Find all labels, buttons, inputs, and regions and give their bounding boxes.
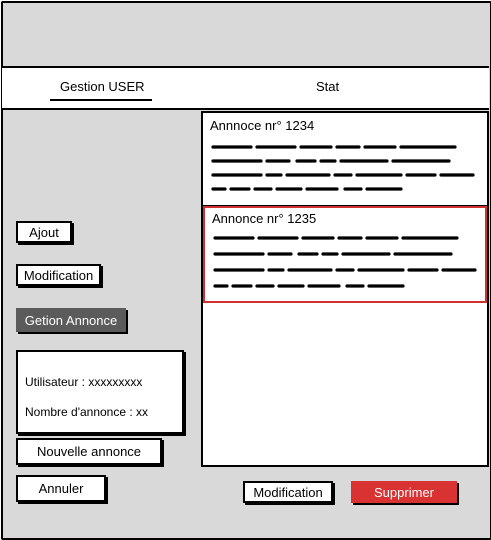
gestion-annonce-button[interactable]: Getion Annonce xyxy=(16,308,126,332)
utilisateur-label: Utilisateur : xxxxxxxxx xyxy=(25,375,143,389)
modification-button[interactable]: Modification xyxy=(243,481,333,503)
top-navbar: Gestion USER Stat xyxy=(2,66,489,110)
tab-gestion-user[interactable]: Gestion USER xyxy=(60,79,145,94)
annonce-item-selected[interactable]: Annonce nr° 1235 xyxy=(203,206,487,303)
placeholder-text-scribble xyxy=(211,145,475,191)
nouvelle-annonce-button[interactable]: Nouvelle annonce xyxy=(16,438,162,465)
nombre-annonce-label: Nombre d'annonce : xx xyxy=(25,405,149,419)
annonce-item[interactable]: Annnoce nr° 1234 xyxy=(203,113,487,207)
annonce-title: Annnoce nr° 1234 xyxy=(210,118,315,133)
annuler-button[interactable]: Annuler xyxy=(16,475,106,502)
ajout-button[interactable]: Ajout xyxy=(16,221,72,243)
user-info-box: Utilisateur : xxxxxxxxx Nombre d'annonce… xyxy=(16,350,184,434)
supprimer-button[interactable]: Supprimer xyxy=(351,481,457,503)
placeholder-text-scribble xyxy=(213,236,477,288)
annonce-list-panel[interactable]: Annnoce nr° 1234 Annonce nr° 1235 xyxy=(201,111,489,467)
tab-stat[interactable]: Stat xyxy=(316,79,339,94)
sidebar-modification-button[interactable]: Modification xyxy=(16,264,101,286)
annonce-title: Annonce nr° 1235 xyxy=(212,211,317,226)
active-tab-underline xyxy=(50,99,152,101)
